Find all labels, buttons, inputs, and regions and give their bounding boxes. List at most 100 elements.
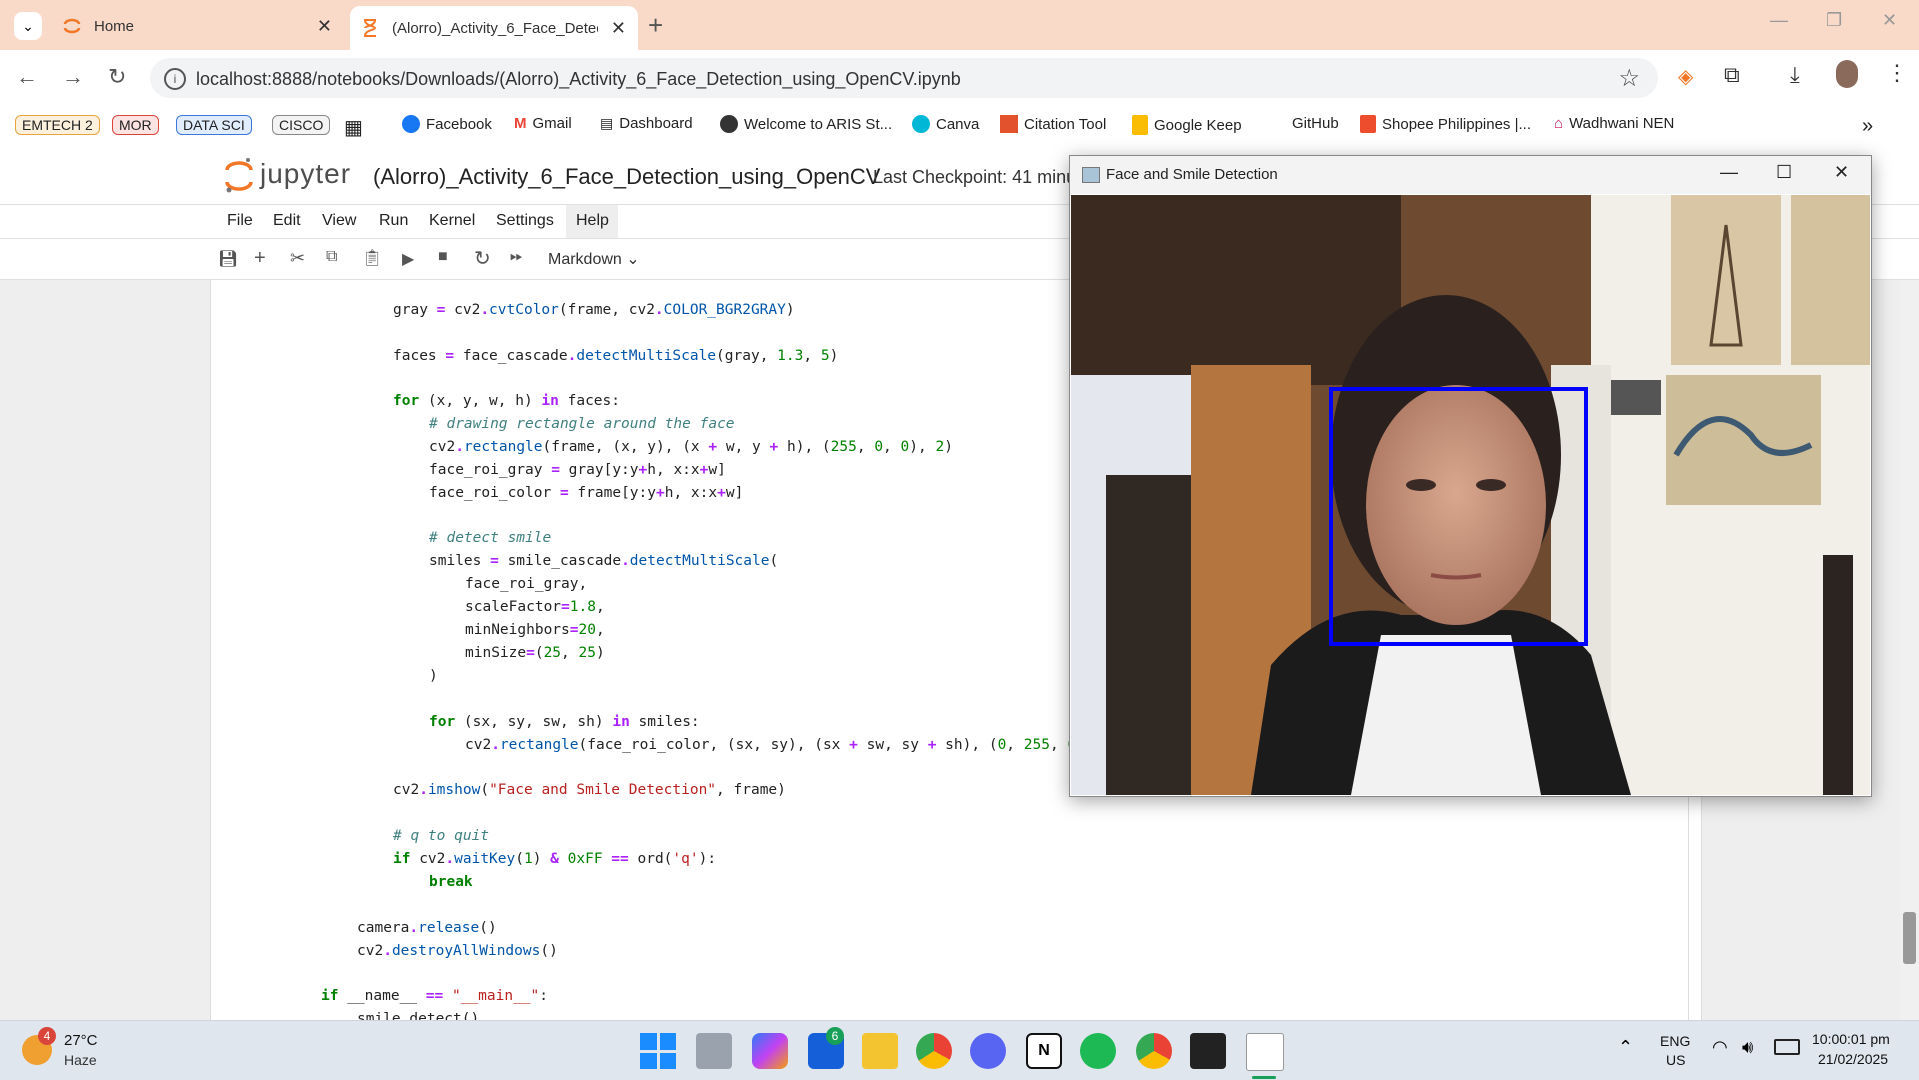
avatar[interactable] — [1836, 60, 1858, 88]
close-icon[interactable]: ✕ — [317, 16, 332, 37]
scrollbar[interactable] — [1900, 280, 1919, 1020]
paste-icon[interactable]: 📋︎ — [362, 248, 382, 268]
wadhwani-icon: ⌂ — [1554, 115, 1564, 132]
extension-icon[interactable]: ◈ — [1678, 64, 1693, 89]
save-icon[interactable]: 💾︎ — [218, 249, 238, 269]
menu-view[interactable]: View — [322, 212, 356, 230]
bookmark-canva[interactable]: Canva — [912, 115, 979, 133]
window-titlebar[interactable]: Face and Smile Detection — ☐ ✕ — [1070, 156, 1871, 194]
bookmark-label: Shopee Philippines |... — [1382, 115, 1531, 133]
bookmark-label: GitHub — [1292, 115, 1339, 132]
bookmark-gmail[interactable]: M Gmail — [514, 115, 572, 132]
battery-icon[interactable] — [1774, 1039, 1800, 1055]
notion-icon[interactable]: N — [1026, 1033, 1062, 1069]
window-close-button[interactable]: ✕ — [1882, 10, 1897, 31]
cut-icon[interactable]: ✂ — [290, 248, 305, 269]
globe-icon — [720, 115, 738, 133]
menu-run[interactable]: Run — [379, 212, 408, 230]
bookmark-dashboard[interactable]: ▤ Dashboard — [600, 115, 693, 132]
bookmark-aris[interactable]: Welcome to ARIS St... — [720, 115, 892, 133]
menu-kernel[interactable]: Kernel — [429, 212, 475, 230]
bookmark-label: DATA SCI — [176, 115, 252, 135]
address-bar[interactable]: i localhost:8888/notebooks/Downloads/(Al… — [150, 58, 1658, 98]
bookmark-facebook[interactable]: Facebook — [402, 115, 492, 133]
restart-icon[interactable]: ↻ — [474, 246, 491, 271]
apps-grid-icon[interactable]: ▦ — [344, 115, 363, 140]
new-tab-button[interactable]: + — [648, 10, 663, 41]
copilot-icon[interactable] — [752, 1033, 788, 1069]
add-cell-icon[interactable]: + — [254, 247, 266, 270]
code-line: camera.release() — [357, 920, 497, 936]
restore-button[interactable]: ❐ — [1826, 10, 1842, 31]
spotify-icon[interactable] — [1080, 1033, 1116, 1069]
bookmark-emtech[interactable]: EMTECH 2 — [15, 115, 100, 135]
clock-time[interactable]: 10:00:01 pm — [1812, 1031, 1890, 1047]
minimize-button[interactable]: — — [1770, 10, 1788, 31]
more-bookmarks-icon[interactable]: » — [1862, 115, 1873, 138]
bookmark-shopee[interactable]: Shopee Philippines |... — [1360, 115, 1531, 133]
bookmark-wadhwani[interactable]: ⌂ Wadhwani NEN — [1554, 115, 1674, 132]
start-icon[interactable] — [640, 1033, 676, 1069]
tab-home[interactable]: Home ✕ — [52, 8, 344, 44]
notepad-icon[interactable] — [1246, 1033, 1284, 1071]
forward-button[interactable]: → — [62, 64, 84, 90]
menu-settings[interactable]: Settings — [496, 212, 554, 230]
language-code[interactable]: ENG — [1660, 1033, 1690, 1049]
terminal-icon[interactable] — [1190, 1033, 1226, 1069]
tab-notebook[interactable]: (Alorro)_Activity_6_Face_Detecti ✕ — [350, 6, 638, 50]
maximize-button[interactable]: ☐ — [1776, 162, 1792, 183]
url-text: localhost:8888/notebooks/Downloads/(Alor… — [196, 69, 961, 89]
back-button[interactable]: ← — [16, 64, 38, 90]
fast-forward-icon[interactable]: ⏩︎ — [510, 248, 523, 266]
minimize-button[interactable]: — — [1720, 162, 1738, 183]
bookmark-label: CISCO — [272, 115, 331, 135]
jupyter-logo-text: jupyter — [260, 158, 352, 189]
cell-type-label: Markdown — [548, 251, 622, 268]
bookmark-mor[interactable]: MOR — [112, 115, 159, 135]
camera-frame — [1071, 195, 1870, 795]
star-icon[interactable]: ☆ — [1618, 64, 1640, 93]
bookmark-cisco[interactable]: CISCO — [272, 115, 331, 135]
menu-help[interactable]: Help — [576, 212, 609, 230]
code-line: face_roi_color = frame[y:y+h, x:x+w] — [429, 485, 744, 501]
task-view-icon[interactable] — [696, 1033, 732, 1069]
bookmark-keep[interactable]: Google Keep — [1132, 115, 1242, 135]
code-line: face_roi_gray = gray[y:y+h, x:x+w] — [429, 462, 726, 478]
checkpoint-status: Last Checkpoint: 41 minut — [873, 167, 1082, 187]
bookmark-label: Gmail — [532, 115, 572, 132]
wifi-icon[interactable]: ◠ — [1712, 1037, 1728, 1058]
tab-label: Home — [94, 17, 135, 35]
code-line: minNeighbors=20, — [465, 622, 605, 638]
notebook-title[interactable]: (Alorro)_Activity_6_Face_Detection_using… — [373, 164, 880, 190]
chevron-up-icon[interactable]: ⌃ — [1618, 1037, 1633, 1058]
menu-icon[interactable]: ⋮ — [1886, 60, 1908, 86]
puzzle-icon[interactable]: ⧉ — [1724, 62, 1740, 88]
chrome-profile-icon[interactable] — [1136, 1033, 1172, 1069]
jupyter-logo-icon[interactable] — [224, 156, 254, 196]
file-explorer-icon[interactable] — [862, 1033, 898, 1069]
bookmark-label: MOR — [112, 115, 159, 135]
close-button[interactable]: ✕ — [1834, 162, 1849, 183]
run-icon[interactable]: ▶ — [402, 249, 414, 269]
weather-badge: 4 — [38, 1027, 56, 1045]
bookmark-github[interactable]: GitHub — [1292, 115, 1339, 132]
bookmark-datasci[interactable]: DATA SCI — [176, 115, 252, 135]
face-detection-window[interactable]: Face and Smile Detection — ☐ ✕ — [1069, 155, 1872, 797]
copy-icon[interactable]: ⧉ — [326, 248, 337, 266]
download-icon[interactable]: ⤓ — [1790, 62, 1800, 88]
volume-icon[interactable]: 🔊︎ — [1742, 1037, 1753, 1058]
menu-edit[interactable]: Edit — [273, 212, 301, 230]
stop-icon[interactable]: ■ — [438, 248, 448, 266]
discord-icon[interactable] — [970, 1033, 1006, 1069]
menu-file[interactable]: File — [227, 212, 253, 230]
close-icon[interactable]: ✕ — [611, 18, 626, 39]
site-info-icon[interactable]: i — [164, 68, 186, 90]
cell-type-select[interactable]: Markdown ⌄ — [548, 249, 640, 269]
chrome-icon[interactable] — [916, 1033, 952, 1069]
reload-button[interactable]: ↻ — [108, 64, 126, 90]
weather-temp[interactable]: 27°C — [64, 1032, 98, 1049]
chevron-down-icon: ⌄ — [22, 17, 34, 34]
scrollbar-thumb[interactable] — [1903, 912, 1916, 964]
tab-search-button[interactable]: ⌄ — [14, 12, 42, 40]
bookmark-citation[interactable]: Citation Tool — [1000, 115, 1106, 133]
